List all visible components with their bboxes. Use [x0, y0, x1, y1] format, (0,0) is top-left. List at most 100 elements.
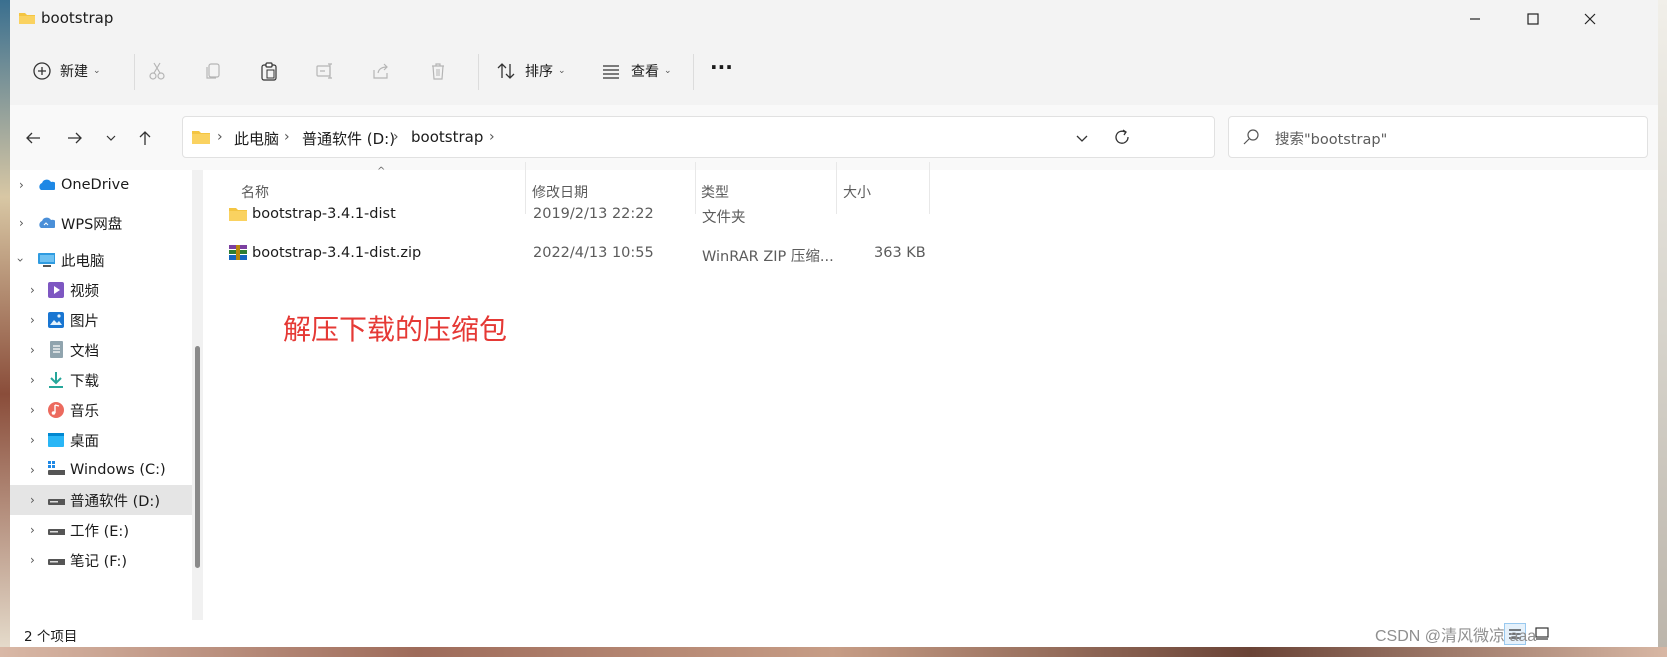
- chevron-right-icon: ›: [30, 403, 35, 417]
- sidebar-item-documents[interactable]: › 文档: [10, 335, 192, 365]
- breadcrumb-drive-d[interactable]: 普通软件 (D:): [302, 128, 395, 149]
- sidebar-item-drive-d[interactable]: › 普通软件 (D:): [10, 485, 192, 515]
- sidebar-item-label: WPS网盘: [61, 216, 123, 233]
- more-dots-icon: ···: [710, 55, 733, 79]
- maximize-button[interactable]: [1504, 0, 1562, 38]
- recent-locations-button[interactable]: [96, 123, 126, 153]
- sidebar-item-downloads[interactable]: › 下载: [10, 365, 192, 395]
- sort-button[interactable]: 排序 ⌄: [496, 52, 566, 90]
- share-button[interactable]: [371, 52, 391, 90]
- sidebar-item-drive-c[interactable]: › Windows (C:): [10, 455, 192, 485]
- sidebar-item-drive-f[interactable]: › 笔记 (F:): [10, 545, 192, 575]
- documents-icon: [50, 341, 63, 358]
- desktop-background-right: [1658, 0, 1667, 657]
- desktop-background-left: [0, 0, 10, 657]
- desktop-icon: [48, 433, 64, 447]
- breadcrumb-bootstrap[interactable]: bootstrap: [411, 128, 483, 146]
- address-bar[interactable]: › 此电脑 › 普通软件 (D:) › bootstrap ›: [182, 116, 1215, 158]
- refresh-button[interactable]: [1113, 128, 1131, 150]
- onedrive-cloud-icon: [39, 179, 55, 190]
- file-date: 2019/2/13 22:22: [533, 206, 654, 222]
- search-box[interactable]: 搜索"bootstrap": [1228, 116, 1648, 158]
- table-row[interactable]: bootstrap-3.4.1-dist 2019/2/13 22:22 文件夹: [229, 197, 1431, 233]
- new-button-label: 新建: [60, 64, 88, 80]
- close-button[interactable]: [1561, 0, 1619, 38]
- breadcrumb-separator-icon: ›: [489, 129, 495, 145]
- chevron-right-icon: ›: [30, 523, 35, 537]
- file-name: bootstrap-3.4.1-dist.zip: [252, 245, 422, 261]
- wps-cloud-icon: [39, 217, 55, 228]
- watermark: CSDN @清风微凉 aaa: [1375, 628, 1537, 645]
- sidebar-item-label: Windows (C:): [70, 462, 166, 478]
- cut-button[interactable]: [147, 52, 167, 90]
- sidebar-item-wps[interactable]: › WPS网盘: [10, 208, 192, 238]
- sidebar-item-music[interactable]: › 音乐: [10, 395, 192, 425]
- paste-button[interactable]: [259, 52, 279, 90]
- title-bar: bootstrap: [10, 0, 1658, 38]
- chevron-right-icon: ›: [30, 493, 35, 507]
- sidebar-item-label: 下载: [70, 373, 99, 390]
- address-history-button[interactable]: [1075, 130, 1089, 149]
- sidebar-item-desktop[interactable]: › 桌面: [10, 425, 192, 455]
- close-icon: [1584, 13, 1596, 25]
- command-bar: 新建 ⌄ 排序 ⌄ 查看 ⌄ ···: [10, 38, 1658, 105]
- folder-icon: [191, 129, 211, 149]
- sidebar-item-label: 此电脑: [61, 253, 105, 270]
- music-icon: [48, 402, 64, 418]
- breadcrumb-separator-icon: ›: [217, 129, 223, 145]
- more-options-button[interactable]: ···: [710, 48, 733, 86]
- copy-icon: [206, 63, 220, 79]
- arrow-up-icon: [139, 131, 151, 145]
- file-date: 2022/4/13 10:55: [533, 245, 654, 261]
- breadcrumb-separator-icon: ›: [393, 129, 399, 145]
- search-placeholder: 搜索"bootstrap": [1275, 132, 1388, 148]
- rename-button[interactable]: [315, 52, 335, 90]
- plus-circle-icon: [33, 62, 51, 80]
- minimize-button[interactable]: [1446, 0, 1504, 38]
- file-name: bootstrap-3.4.1-dist: [252, 206, 396, 222]
- trash-icon: [432, 63, 444, 80]
- sidebar-scrollbar-thumb[interactable]: [195, 346, 200, 568]
- sidebar-item-label: 视频: [70, 283, 99, 300]
- view-button[interactable]: 查看 ⌄: [601, 52, 672, 90]
- refresh-icon: [1115, 129, 1129, 144]
- chevron-down-icon: ⌄: [664, 66, 672, 76]
- up-button[interactable]: [130, 123, 160, 153]
- chevron-right-icon: ›: [30, 373, 35, 387]
- delete-button[interactable]: [428, 52, 448, 90]
- sidebar-item-label: 工作 (E:): [70, 523, 129, 540]
- sidebar-item-label: 桌面: [70, 433, 99, 450]
- sidebar-item-drive-e[interactable]: › 工作 (E:): [10, 515, 192, 545]
- sidebar-scrollbar[interactable]: [192, 170, 203, 620]
- sort-arrows-icon: [497, 63, 515, 79]
- breadcrumb-this-pc[interactable]: 此电脑: [234, 128, 279, 149]
- drive-c-icon: [48, 461, 65, 475]
- arrow-right-icon: [68, 132, 82, 144]
- sidebar-item-onedrive[interactable]: › OneDrive: [10, 170, 192, 200]
- item-count: 2 个项目: [24, 629, 78, 645]
- list-view-icon: [603, 65, 619, 79]
- chevron-right-icon: ›: [30, 553, 35, 567]
- navigation-pane: › OneDrive › WPS网盘 › 此电脑 › 视频 › 图片 › 文档: [10, 170, 203, 620]
- drive-icon: [48, 529, 65, 535]
- chevron-down-icon: [1076, 135, 1088, 142]
- chevron-right-icon: ›: [19, 216, 24, 230]
- chevron-right-icon: ›: [30, 463, 35, 477]
- back-button[interactable]: [18, 123, 48, 153]
- folder-icon: [18, 10, 36, 30]
- chevron-right-icon: ›: [30, 313, 35, 327]
- new-button[interactable]: 新建 ⌄: [32, 52, 101, 90]
- forward-button[interactable]: [60, 123, 90, 153]
- table-row[interactable]: bootstrap-3.4.1-dist.zip 2022/4/13 10:55…: [229, 236, 1431, 272]
- arrow-left-icon: [26, 132, 40, 144]
- sidebar-item-this-pc[interactable]: › 此电脑: [10, 245, 192, 275]
- sidebar-item-label: 音乐: [70, 403, 99, 420]
- sidebar-item-pictures[interactable]: › 图片: [10, 305, 192, 335]
- sidebar-item-videos[interactable]: › 视频: [10, 275, 192, 305]
- video-icon: [48, 282, 64, 298]
- copy-button[interactable]: [203, 52, 223, 90]
- tiles-view-icon: [1535, 627, 1549, 640]
- chevron-right-icon: ›: [30, 343, 35, 357]
- share-icon: [373, 63, 388, 79]
- computer-icon: [38, 253, 55, 267]
